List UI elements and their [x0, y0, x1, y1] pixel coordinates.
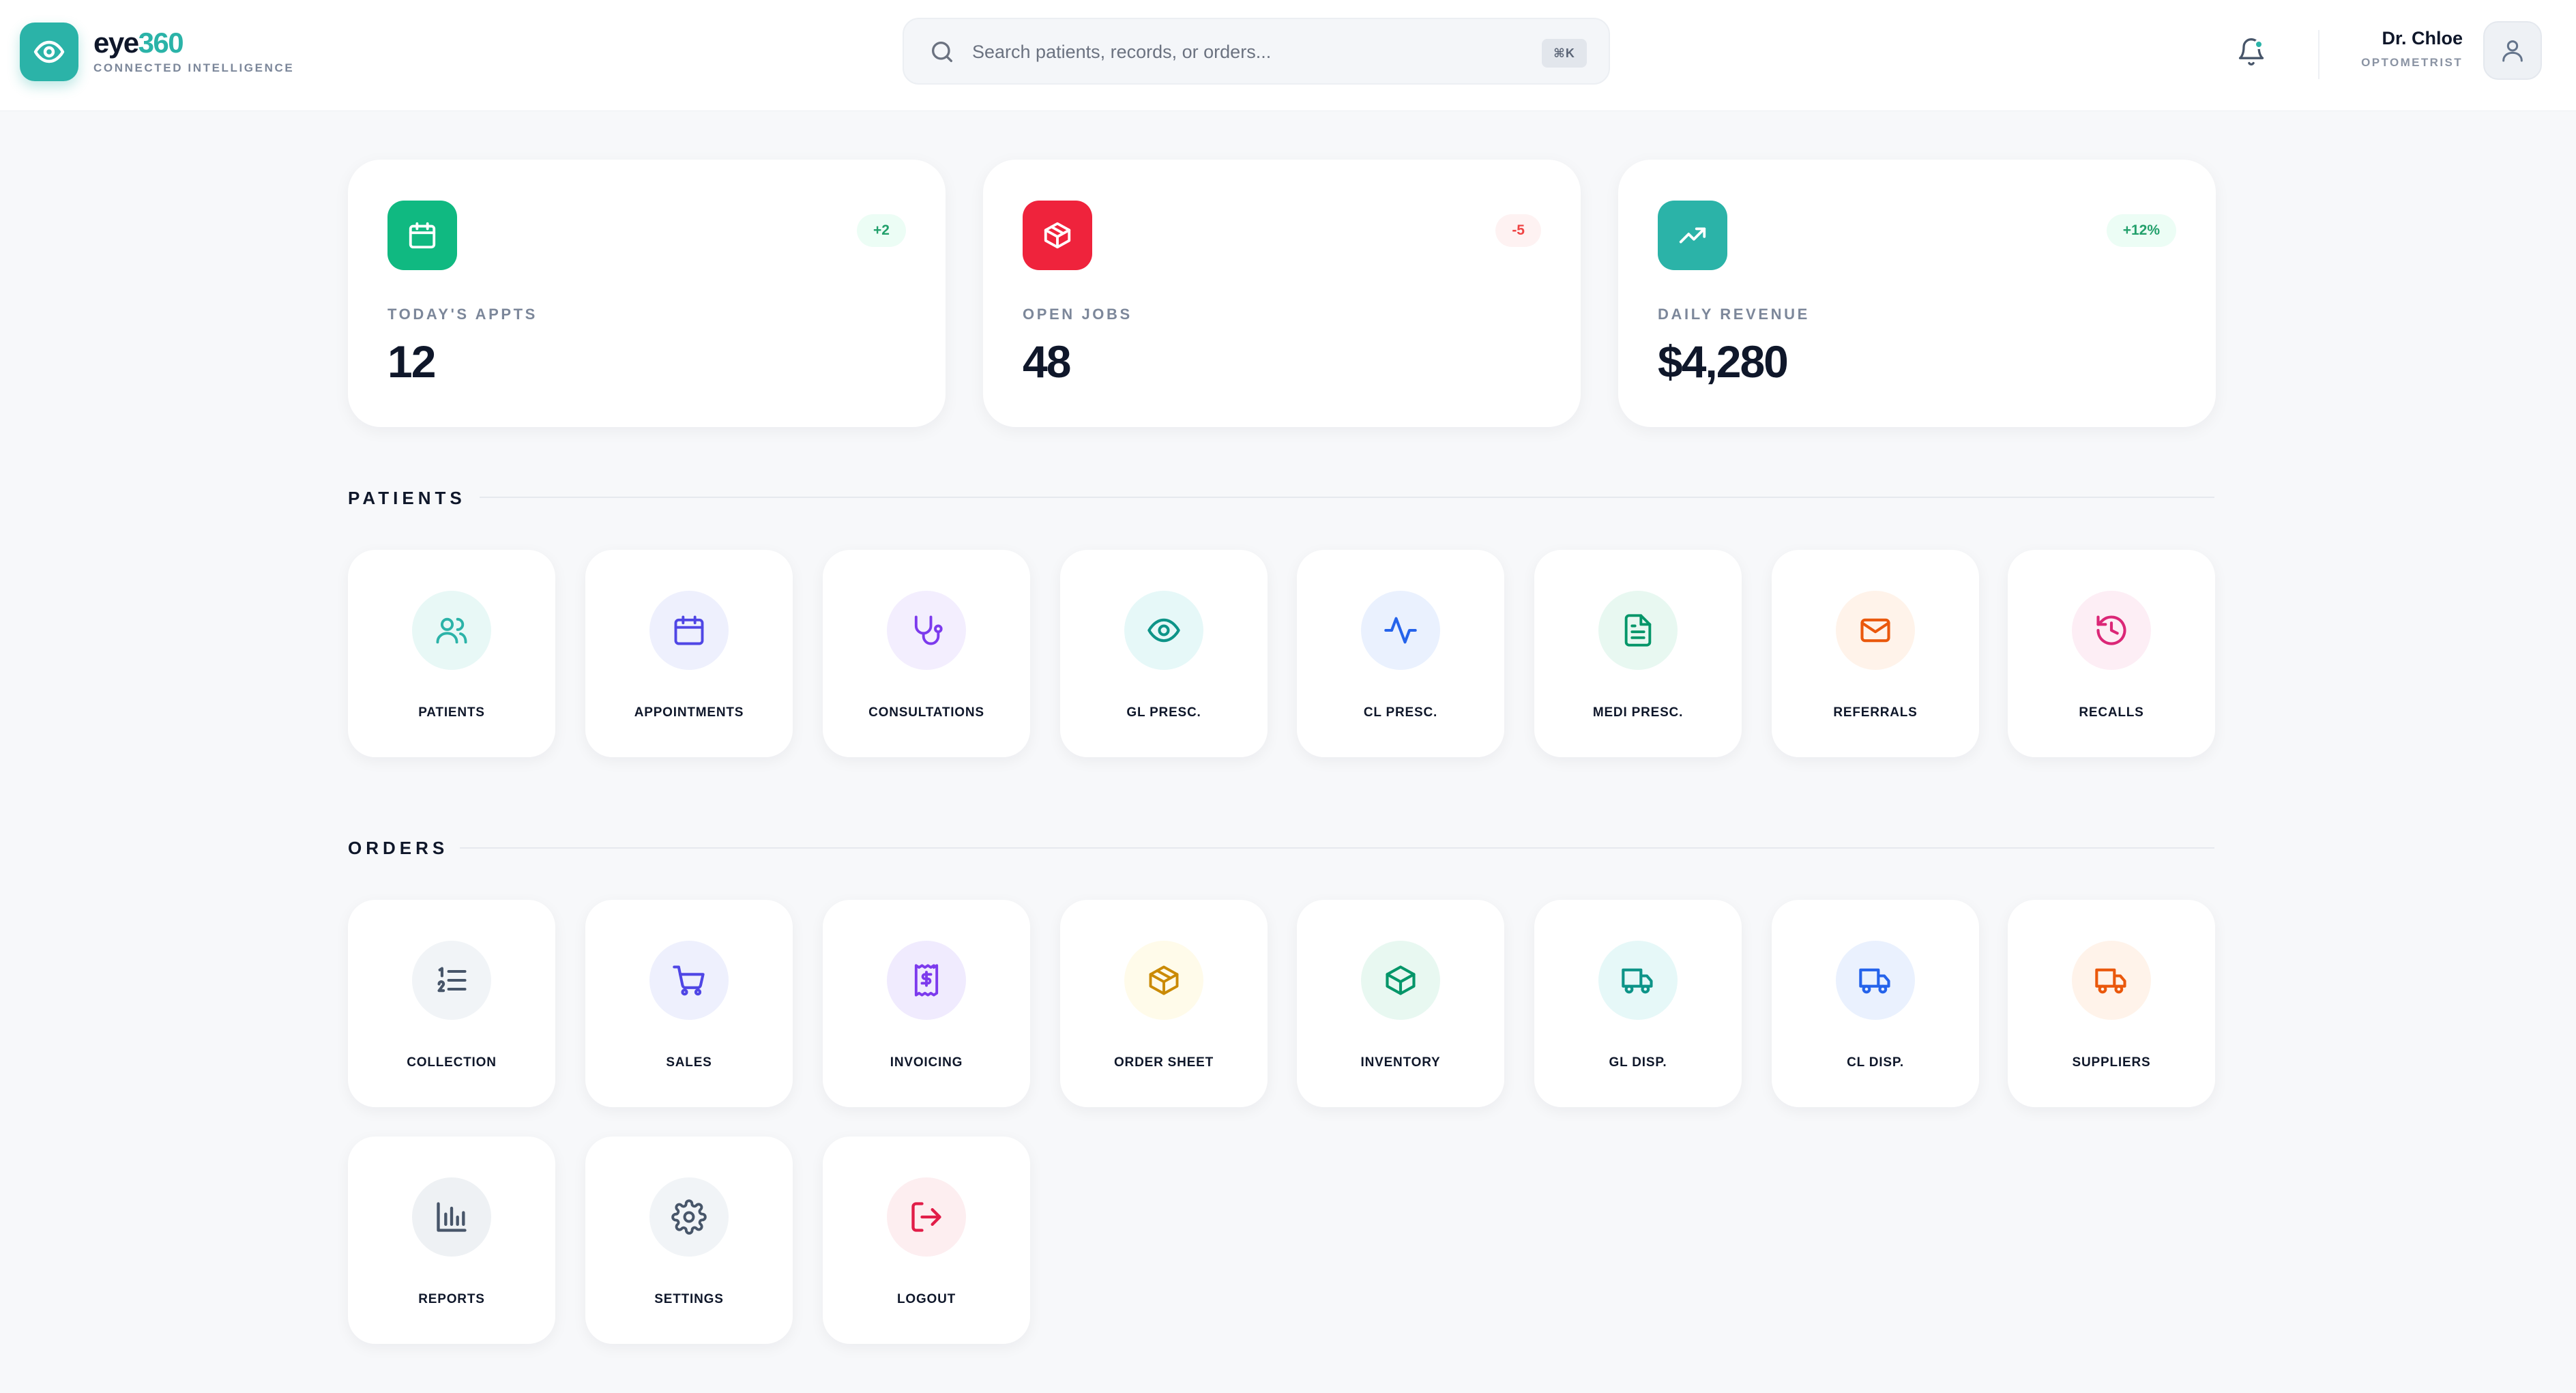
section-title-orders: ORDERS: [348, 838, 449, 858]
tile-label: SETTINGS: [654, 1292, 724, 1306]
tile-collection[interactable]: COLLECTION: [348, 900, 555, 1107]
stat-change-badge: +12%: [2106, 214, 2176, 247]
tile-medi-presc[interactable]: MEDI PRESC.: [1534, 550, 1742, 757]
section-divider: [480, 497, 2214, 498]
tile-consultations[interactable]: CONSULTATIONS: [823, 550, 1030, 757]
tile-label: PATIENTS: [418, 705, 485, 720]
history-icon: [2072, 591, 2151, 670]
tile-label: REPORTS: [418, 1292, 485, 1306]
list-ordered-icon: [412, 941, 491, 1020]
tile-appointments[interactable]: APPOINTMENTS: [585, 550, 793, 757]
tile-referrals[interactable]: REFERRALS: [1772, 550, 1979, 757]
truck-icon: [2072, 941, 2151, 1020]
tile-gl-disp[interactable]: GL DISP.: [1534, 900, 1742, 1107]
brand-tagline: CONNECTED INTELLIGENCE: [93, 61, 295, 74]
search-input[interactable]: [972, 33, 1532, 71]
stat-change-badge: +2: [857, 214, 906, 247]
calendar-icon: [387, 201, 457, 270]
stat-value: 12: [387, 336, 436, 387]
receipt-icon: [887, 941, 966, 1020]
tile-order-sheet[interactable]: ORDER SHEET: [1060, 900, 1268, 1107]
truck-icon: [1836, 941, 1915, 1020]
top-header: eye360 CONNECTED INTELLIGENCE ⌘K Dr. Chl…: [0, 0, 2576, 111]
tile-label: SALES: [666, 1055, 712, 1070]
user-icon: [2502, 40, 2523, 62]
stat-label: TODAY'S APPTS: [387, 306, 538, 323]
activity-icon: [1361, 591, 1440, 670]
brand-name: eye360: [93, 27, 184, 59]
tile-logout[interactable]: LOGOUT: [823, 1137, 1030, 1344]
tile-label: CL PRESC.: [1363, 705, 1438, 720]
tile-invoicing[interactable]: INVOICING: [823, 900, 1030, 1107]
user-name: Dr. Chloe: [2382, 28, 2463, 48]
eye-icon: [1124, 591, 1203, 670]
avatar[interactable]: [2483, 21, 2542, 80]
tile-inventory[interactable]: INVENTORY: [1297, 900, 1504, 1107]
tile-label: MEDI PRESC.: [1592, 705, 1684, 720]
logout-icon: [887, 1177, 966, 1257]
tile-sales[interactable]: SALES: [585, 900, 793, 1107]
tile-label: CL DISP.: [1847, 1055, 1904, 1070]
tile-settings[interactable]: SETTINGS: [585, 1137, 793, 1344]
tile-patients[interactable]: PATIENTS: [348, 550, 555, 757]
tile-label: COLLECTION: [407, 1055, 497, 1070]
search-bar[interactable]: ⌘K: [903, 18, 1610, 85]
user-info[interactable]: Dr. Chloe OPTOMETRIST: [2361, 27, 2463, 70]
calendar-icon: [649, 591, 729, 670]
tile-recalls[interactable]: RECALLS: [2008, 550, 2215, 757]
trending-up-icon: [1658, 201, 1727, 270]
tile-reports[interactable]: REPORTS: [348, 1137, 555, 1344]
notification-dot: [2254, 40, 2264, 49]
package-icon: [1124, 941, 1203, 1020]
stat-card-open-jobs[interactable]: -5 OPEN JOBS 48: [983, 160, 1581, 427]
tile-cl-disp[interactable]: CL DISP.: [1772, 900, 1979, 1107]
tile-cl-presc[interactable]: CL PRESC.: [1297, 550, 1504, 757]
box-icon: [1361, 941, 1440, 1020]
stat-card-appointments[interactable]: +2 TODAY'S APPTS 12: [348, 160, 946, 427]
eye-logo-icon: [20, 23, 78, 81]
stat-label: DAILY REVENUE: [1658, 306, 1810, 323]
stethoscope-icon: [887, 591, 966, 670]
tile-label: RECALLS: [2079, 705, 2144, 720]
stat-card-daily-revenue[interactable]: +12% DAILY REVENUE $4,280: [1618, 160, 2216, 427]
tile-label: CONSULTATIONS: [868, 705, 984, 720]
cart-icon: [649, 941, 729, 1020]
gear-icon: [649, 1177, 729, 1257]
stat-change-badge: -5: [1495, 214, 1541, 247]
tile-gl-presc[interactable]: GL PRESC.: [1060, 550, 1268, 757]
bar-chart-icon: [412, 1177, 491, 1257]
section-title-patients: PATIENTS: [348, 488, 466, 508]
box-icon: [1023, 201, 1092, 270]
tile-label: APPOINTMENTS: [634, 705, 744, 720]
stat-label: OPEN JOBS: [1023, 306, 1132, 323]
header-divider: [2318, 30, 2319, 79]
mail-icon: [1836, 591, 1915, 670]
tile-label: LOGOUT: [896, 1292, 956, 1306]
tile-suppliers[interactable]: SUPPLIERS: [2008, 900, 2215, 1107]
section-divider: [460, 847, 2214, 849]
tile-label: GL PRESC.: [1126, 705, 1201, 720]
tile-label: GL DISP.: [1609, 1055, 1667, 1070]
shortcut-hint: ⌘K: [1542, 39, 1587, 68]
truck-icon: [1598, 941, 1678, 1020]
file-text-icon: [1598, 591, 1678, 670]
tile-label: REFERRALS: [1833, 705, 1918, 720]
brand[interactable]: eye360 CONNECTED INTELLIGENCE: [20, 23, 294, 81]
users-icon: [412, 591, 491, 670]
tile-label: INVOICING: [890, 1055, 963, 1070]
stat-value: 48: [1023, 336, 1071, 387]
tile-label: INVENTORY: [1360, 1055, 1441, 1070]
stat-value: $4,280: [1658, 336, 1789, 387]
tile-label: SUPPLIERS: [2072, 1055, 2151, 1070]
user-role: OPTOMETRIST: [2361, 56, 2463, 69]
search-icon: [928, 38, 956, 65]
tile-label: ORDER SHEET: [1113, 1055, 1214, 1070]
